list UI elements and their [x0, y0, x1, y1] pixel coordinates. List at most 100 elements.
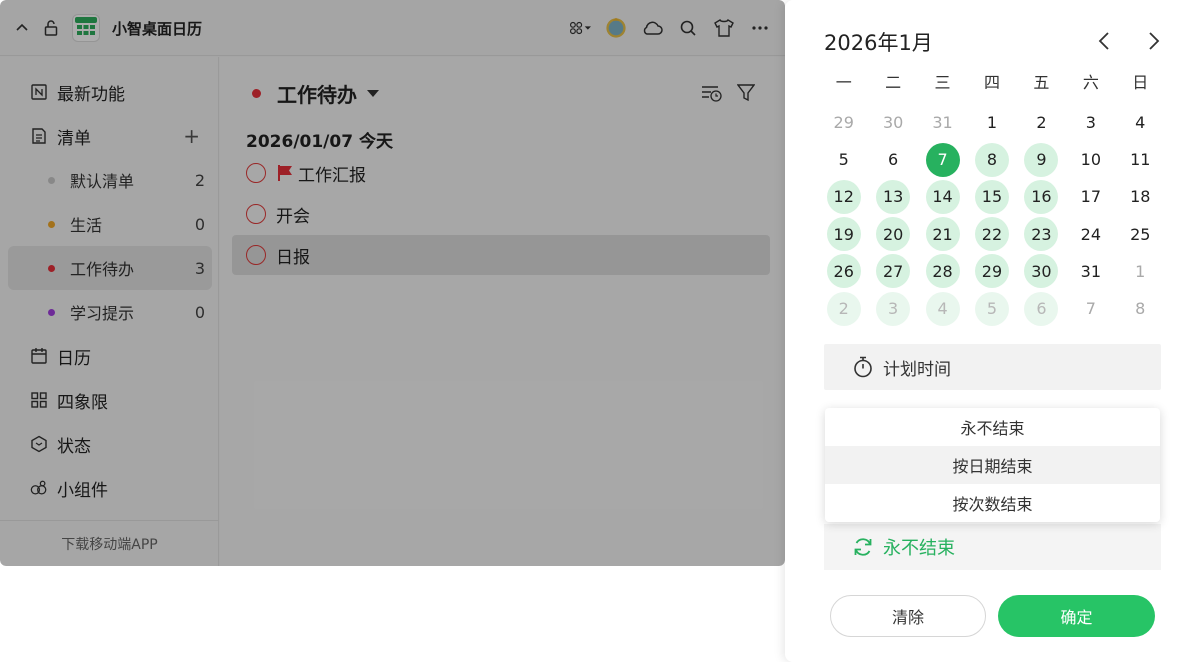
- repeat-end-value: 永不结束: [883, 538, 955, 559]
- calendar-day-number: 11: [1130, 150, 1151, 170]
- calendar-day[interactable]: 16: [1017, 178, 1066, 215]
- calendar-day-number: 29: [833, 113, 854, 133]
- calendar-day[interactable]: 7: [918, 141, 967, 178]
- calendar-day[interactable]: 14: [918, 178, 967, 215]
- calendar-day[interactable]: 25: [1116, 216, 1165, 253]
- calendar-day-number: 8: [1135, 299, 1146, 319]
- calendar-day-number: 7: [1085, 299, 1096, 319]
- calendar-day[interactable]: 29: [819, 104, 868, 141]
- calendar-day[interactable]: 12: [819, 178, 868, 215]
- weekday-label: 日: [1132, 73, 1149, 92]
- calendar-day[interactable]: 1: [1116, 253, 1165, 290]
- calendar-day-number: 3: [1085, 113, 1096, 133]
- stopwatch-icon: [853, 356, 873, 378]
- dropdown-option-never-end[interactable]: 永不结束: [825, 408, 1160, 446]
- repeat-icon: [852, 536, 874, 558]
- calendar-day[interactable]: 13: [868, 178, 917, 215]
- calendar-day[interactable]: 31: [918, 104, 967, 141]
- calendar-day-number: 30: [882, 113, 904, 133]
- weekday-label: 三: [934, 73, 951, 92]
- calendar-day-number: 4: [925, 291, 960, 326]
- calendar-day[interactable]: 20: [868, 216, 917, 253]
- calendar-day[interactable]: 4: [1116, 104, 1165, 141]
- calendar-day-number: 4: [1135, 113, 1146, 133]
- calendar-day[interactable]: 4: [918, 290, 967, 327]
- calendar-day-number: 20: [876, 217, 911, 252]
- weekday-header: 一 二 三 四 五 六 日: [819, 70, 1165, 96]
- calendar-day[interactable]: 30: [868, 104, 917, 141]
- calendar-day-number: 2: [1036, 113, 1047, 133]
- calendar-day[interactable]: 11: [1116, 141, 1165, 178]
- calendar-day[interactable]: 24: [1066, 216, 1115, 253]
- calendar-day[interactable]: 8: [967, 141, 1016, 178]
- calendar-day[interactable]: 17: [1066, 178, 1115, 215]
- calendar-day[interactable]: 27: [868, 253, 917, 290]
- calendar-day[interactable]: 1: [967, 104, 1016, 141]
- prev-month-button[interactable]: [1093, 30, 1115, 52]
- calendar-day-number: 1: [1135, 261, 1146, 281]
- calendar-day[interactable]: 22: [967, 216, 1016, 253]
- calendar-day-number: 26: [826, 254, 861, 289]
- plan-time-label: 计划时间: [883, 359, 951, 380]
- calendar-day[interactable]: 7: [1066, 290, 1115, 327]
- repeat-end-dropdown: 永不结束 按日期结束 按次数结束: [825, 408, 1160, 522]
- main-window: 小智桌面日历 最新功能 清单 + 默认清单 2 生活 0 工作待办 3 学习提示…: [0, 0, 785, 566]
- calendar-day-number: 23: [1024, 217, 1059, 252]
- weekday-label: 二: [885, 73, 902, 92]
- clear-button[interactable]: 清除: [830, 595, 986, 637]
- dropdown-option-end-by-date[interactable]: 按日期结束: [825, 446, 1160, 484]
- calendar-day[interactable]: 6: [1017, 290, 1066, 327]
- calendar-day-number: 31: [932, 113, 953, 133]
- calendar-day-number: 18: [1130, 187, 1151, 207]
- calendar-day[interactable]: 30: [1017, 253, 1066, 290]
- calendar-day[interactable]: 2: [819, 290, 868, 327]
- calendar-day[interactable]: 9: [1017, 141, 1066, 178]
- calendar-day[interactable]: 3: [868, 290, 917, 327]
- calendar-day[interactable]: 28: [918, 253, 967, 290]
- calendar-day-number: 5: [838, 150, 849, 170]
- calendar-day-number: 12: [826, 179, 861, 214]
- calendar-day[interactable]: 6: [868, 141, 917, 178]
- month-title: 2026年1月: [824, 31, 933, 55]
- calendar-day[interactable]: 5: [967, 290, 1016, 327]
- calendar-day-number: 28: [925, 254, 960, 289]
- calendar-day[interactable]: 5: [819, 141, 868, 178]
- calendar-day[interactable]: 18: [1116, 178, 1165, 215]
- calendar-day[interactable]: 21: [918, 216, 967, 253]
- calendar-day-number: 31: [1080, 261, 1102, 281]
- calendar-day[interactable]: 3: [1066, 104, 1115, 141]
- calendar-day-number: 16: [1024, 179, 1059, 214]
- calendar-day[interactable]: 26: [819, 253, 868, 290]
- calendar-day-number: 1: [986, 113, 998, 133]
- calendar-day[interactable]: 19: [819, 216, 868, 253]
- calendar-day[interactable]: 8: [1116, 290, 1165, 327]
- calendar-day-number: 21: [925, 217, 960, 252]
- calendar-day-grid: 29 30 31 1 2 3 4 5 6 7 8 9 10 11 12 13 14 15 16 17 18 19 20 21 2…: [819, 104, 1165, 327]
- calendar-day-number: 6: [1024, 291, 1059, 326]
- calendar-day-number: 24: [1080, 224, 1102, 244]
- weekday-label: 六: [1082, 73, 1099, 92]
- calendar-day-number: 14: [925, 179, 960, 214]
- weekday-label: 四: [983, 73, 1000, 92]
- calendar-day[interactable]: 15: [967, 178, 1016, 215]
- calendar-day[interactable]: 29: [967, 253, 1016, 290]
- calendar-day-number: 9: [1024, 142, 1059, 177]
- calendar-day-number: 15: [974, 179, 1009, 214]
- confirm-button[interactable]: 确定: [998, 595, 1155, 637]
- calendar-day[interactable]: 2: [1017, 104, 1066, 141]
- calendar-day[interactable]: 23: [1017, 216, 1066, 253]
- calendar-day[interactable]: 10: [1066, 141, 1115, 178]
- repeat-end-select[interactable]: 永不结束: [824, 524, 1161, 570]
- calendar-day-number: 25: [1130, 224, 1151, 244]
- modal-overlay[interactable]: [0, 0, 785, 566]
- dropdown-option-end-by-count[interactable]: 按次数结束: [825, 484, 1160, 522]
- calendar-day-number: 27: [876, 254, 911, 289]
- calendar-day-number: 5: [974, 291, 1009, 326]
- calendar-day-number: 17: [1080, 187, 1102, 207]
- calendar-day-number: 10: [1080, 150, 1102, 170]
- calendar-day-number: 6: [888, 150, 899, 170]
- plan-time-button[interactable]: 计划时间: [824, 344, 1161, 390]
- weekday-label: 一: [835, 73, 852, 92]
- calendar-day[interactable]: 31: [1066, 253, 1115, 290]
- next-month-button[interactable]: [1143, 30, 1165, 52]
